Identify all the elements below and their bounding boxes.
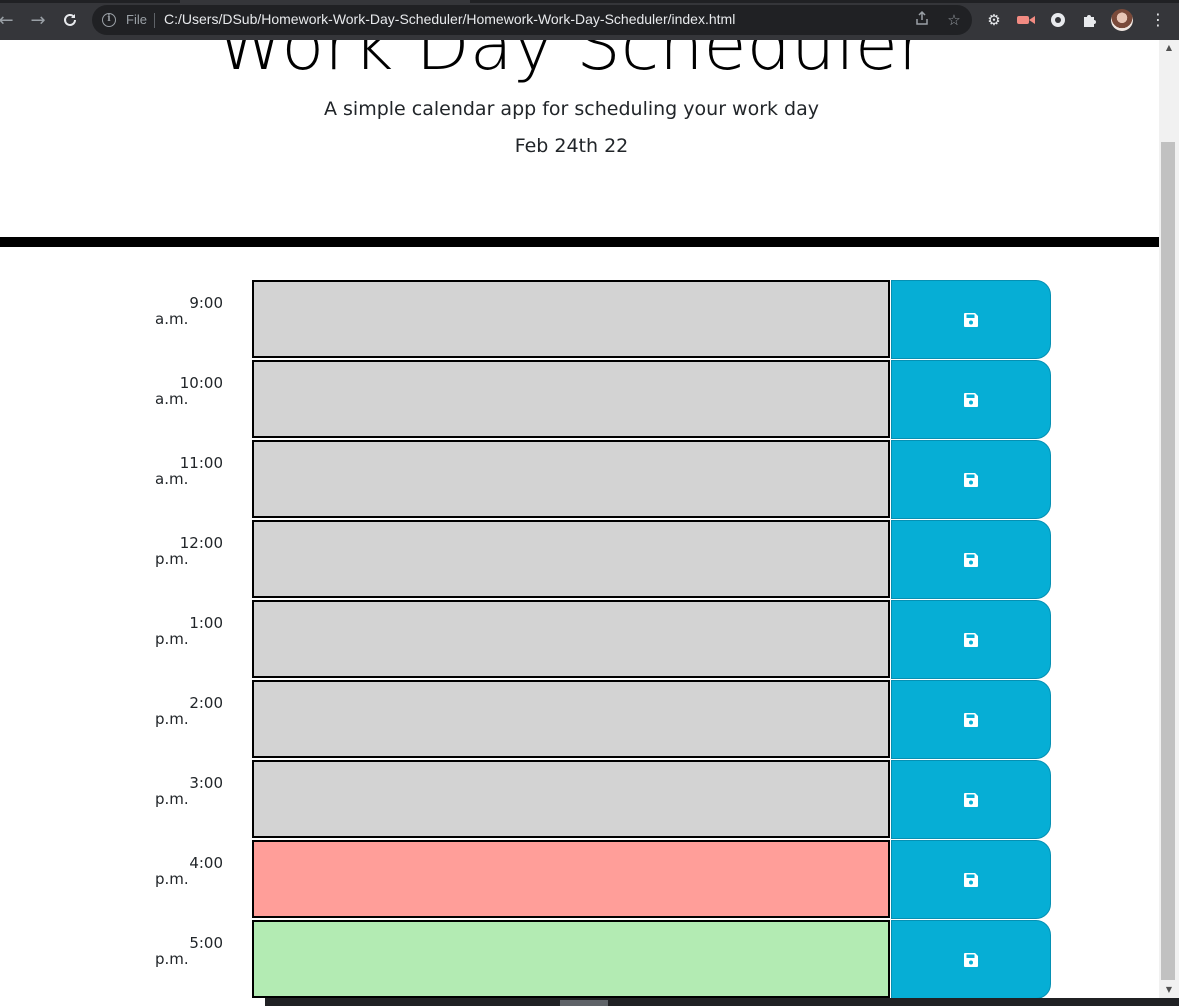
floppy-disk-icon: [964, 312, 978, 327]
share-icon[interactable]: [912, 10, 932, 30]
header-divider: [0, 237, 1159, 247]
page-title: Work Day Scheduler: [216, 40, 927, 86]
scrollbar-thumb[interactable]: [1161, 142, 1175, 980]
hour-label: 3:00 p.m.: [140, 760, 251, 840]
save-button[interactable]: [891, 840, 1051, 919]
scroll-up-arrow-icon[interactable]: ▲: [1159, 40, 1179, 56]
hour-meridiem: a.m.: [155, 390, 189, 408]
bookmark-star-icon[interactable]: ☆: [944, 10, 964, 30]
floppy-disk-icon: [964, 952, 978, 967]
save-button[interactable]: [891, 600, 1051, 679]
hour-label: 12:00 p.m.: [140, 520, 251, 600]
address-bar[interactable]: i File C:/Users/DSub/Homework-Work-Day-S…: [92, 5, 972, 35]
event-description-input[interactable]: [252, 440, 890, 518]
hour-meridiem: p.m.: [155, 710, 189, 728]
file-scheme-label: File: [126, 12, 147, 27]
browser-toolbar: ← → i File C:/Users/DSub/Homework-Work-D…: [0, 0, 1179, 40]
event-description-input[interactable]: [252, 280, 890, 358]
time-block-row: 1:00 p.m.: [0, 600, 1159, 680]
omnibox-divider: [154, 13, 155, 28]
page-subtitle: A simple calendar app for scheduling you…: [323, 98, 820, 120]
hour-label: 5:00 p.m.: [140, 920, 251, 998]
save-button[interactable]: [891, 920, 1051, 998]
horizontal-scrollbar[interactable]: [0, 998, 1179, 1006]
hour-label: 10:00 a.m.: [140, 360, 251, 440]
hour-meridiem: p.m.: [155, 790, 189, 808]
tab-strip: [0, 0, 1179, 3]
jumbotron-header: Work Day Scheduler A simple calendar app…: [0, 40, 1159, 242]
menu-kebab-icon[interactable]: ⋮: [1150, 10, 1166, 30]
event-description-input[interactable]: [252, 360, 890, 438]
gear-extension-icon[interactable]: ⚙: [984, 10, 1004, 30]
hour-meridiem: p.m.: [155, 550, 189, 568]
hour-label: 4:00 p.m.: [140, 840, 251, 920]
reload-icon[interactable]: [58, 8, 82, 32]
hour-label: 9:00 a.m.: [140, 280, 251, 360]
hour-label: 11:00 a.m.: [140, 440, 251, 520]
scroll-down-arrow-icon[interactable]: ▼: [1159, 982, 1179, 998]
save-button[interactable]: [891, 680, 1051, 759]
event-description-input[interactable]: [252, 920, 890, 998]
time-block-row: 2:00 p.m.: [0, 680, 1159, 760]
url-text[interactable]: C:/Users/DSub/Homework-Work-Day-Schedule…: [164, 11, 735, 27]
save-button[interactable]: [891, 360, 1051, 439]
info-icon[interactable]: i: [102, 13, 116, 27]
circle-extension-icon[interactable]: [1048, 10, 1068, 30]
record-extension-icon[interactable]: [1016, 10, 1036, 30]
time-block-row: 11:00 a.m.: [0, 440, 1159, 520]
forward-arrow-icon[interactable]: →: [26, 8, 50, 32]
event-description-input[interactable]: [252, 520, 890, 598]
time-block-row: 4:00 p.m.: [0, 840, 1159, 920]
hour-meridiem: p.m.: [155, 870, 189, 888]
event-description-input[interactable]: [252, 760, 890, 838]
event-description-input[interactable]: [252, 600, 890, 678]
event-description-input[interactable]: [252, 840, 890, 918]
floppy-disk-icon: [964, 872, 978, 887]
floppy-disk-icon: [964, 792, 978, 807]
hour-meridiem: p.m.: [155, 950, 189, 968]
save-button[interactable]: [891, 520, 1051, 599]
back-arrow-icon[interactable]: ←: [0, 8, 18, 32]
floppy-disk-icon: [964, 552, 978, 567]
vertical-scrollbar[interactable]: ▲ ▼: [1159, 40, 1179, 998]
time-block-row: 5:00 p.m.: [0, 920, 1159, 998]
time-block-row: 12:00 p.m.: [0, 520, 1159, 600]
time-block-row: 10:00 a.m.: [0, 360, 1159, 440]
page-viewport: Work Day Scheduler A simple calendar app…: [0, 40, 1159, 998]
hour-meridiem: a.m.: [155, 310, 189, 328]
hour-label: 2:00 p.m.: [140, 680, 251, 760]
profile-avatar[interactable]: [1111, 9, 1133, 31]
hour-meridiem: a.m.: [155, 470, 189, 488]
save-button[interactable]: [891, 760, 1051, 839]
hour-label: 1:00 p.m.: [140, 600, 251, 680]
event-description-input[interactable]: [252, 680, 890, 758]
floppy-disk-icon: [964, 632, 978, 647]
time-block-row: 9:00 a.m.: [0, 280, 1159, 360]
horizontal-scrollbar-thumb[interactable]: [560, 1000, 608, 1006]
current-day: Feb 24th 22: [514, 135, 629, 157]
save-button[interactable]: [891, 440, 1051, 519]
puzzle-extensions-icon[interactable]: [1080, 10, 1100, 30]
floppy-disk-icon: [964, 392, 978, 407]
floppy-disk-icon: [964, 472, 978, 487]
save-button[interactable]: [891, 280, 1051, 359]
time-block-row: 3:00 p.m.: [0, 760, 1159, 840]
floppy-disk-icon: [964, 712, 978, 727]
hour-meridiem: p.m.: [155, 630, 189, 648]
